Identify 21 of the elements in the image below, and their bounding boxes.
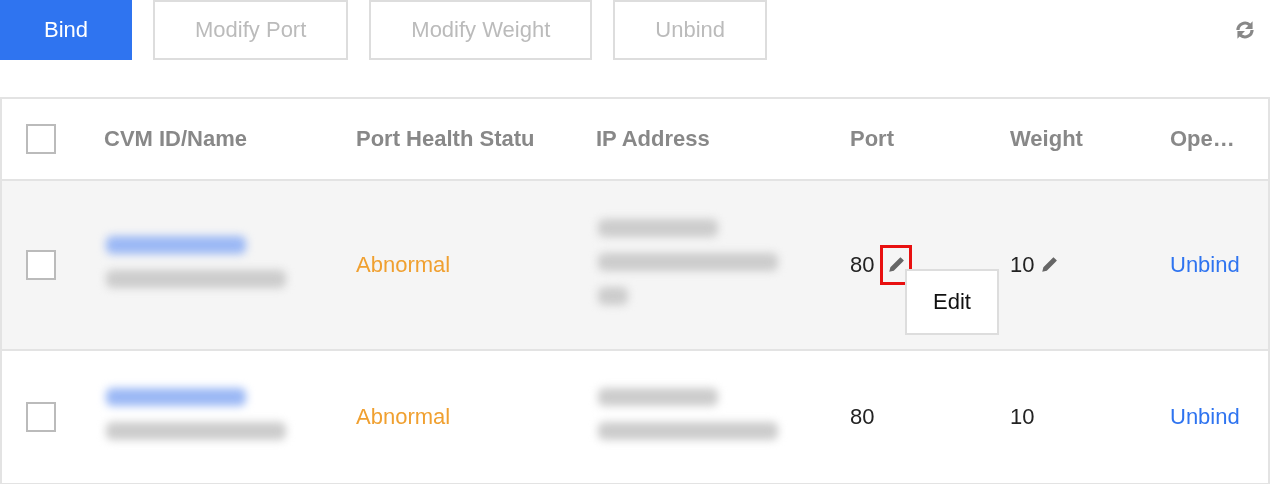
unbind-link[interactable]: Unbind: [1170, 252, 1240, 277]
pencil-icon[interactable]: [887, 256, 906, 274]
pencil-icon[interactable]: [1040, 256, 1059, 274]
bind-button[interactable]: Bind: [0, 0, 133, 60]
row-checkbox[interactable]: [26, 402, 56, 432]
column-header: Port Health Statu: [356, 126, 536, 152]
column-header: CVM ID/Name: [104, 126, 249, 152]
column-header: IP Address: [596, 126, 711, 152]
weight-value: 10: [1010, 252, 1035, 278]
port-value: 80: [850, 252, 875, 278]
tooltip: Edit: [905, 269, 999, 335]
health-status: Abnormal: [356, 252, 452, 278]
port-value: 80: [850, 404, 875, 430]
health-status: Abnormal: [356, 404, 452, 430]
row-checkbox[interactable]: [26, 250, 56, 280]
column-header: Port: [850, 126, 895, 152]
select-all-checkbox[interactable]: [26, 124, 56, 154]
weight-value: 10: [1010, 404, 1035, 430]
column-header: Ope…: [1170, 126, 1236, 152]
column-header: Weight: [1010, 126, 1084, 152]
unbind-link[interactable]: Unbind: [1170, 404, 1240, 429]
